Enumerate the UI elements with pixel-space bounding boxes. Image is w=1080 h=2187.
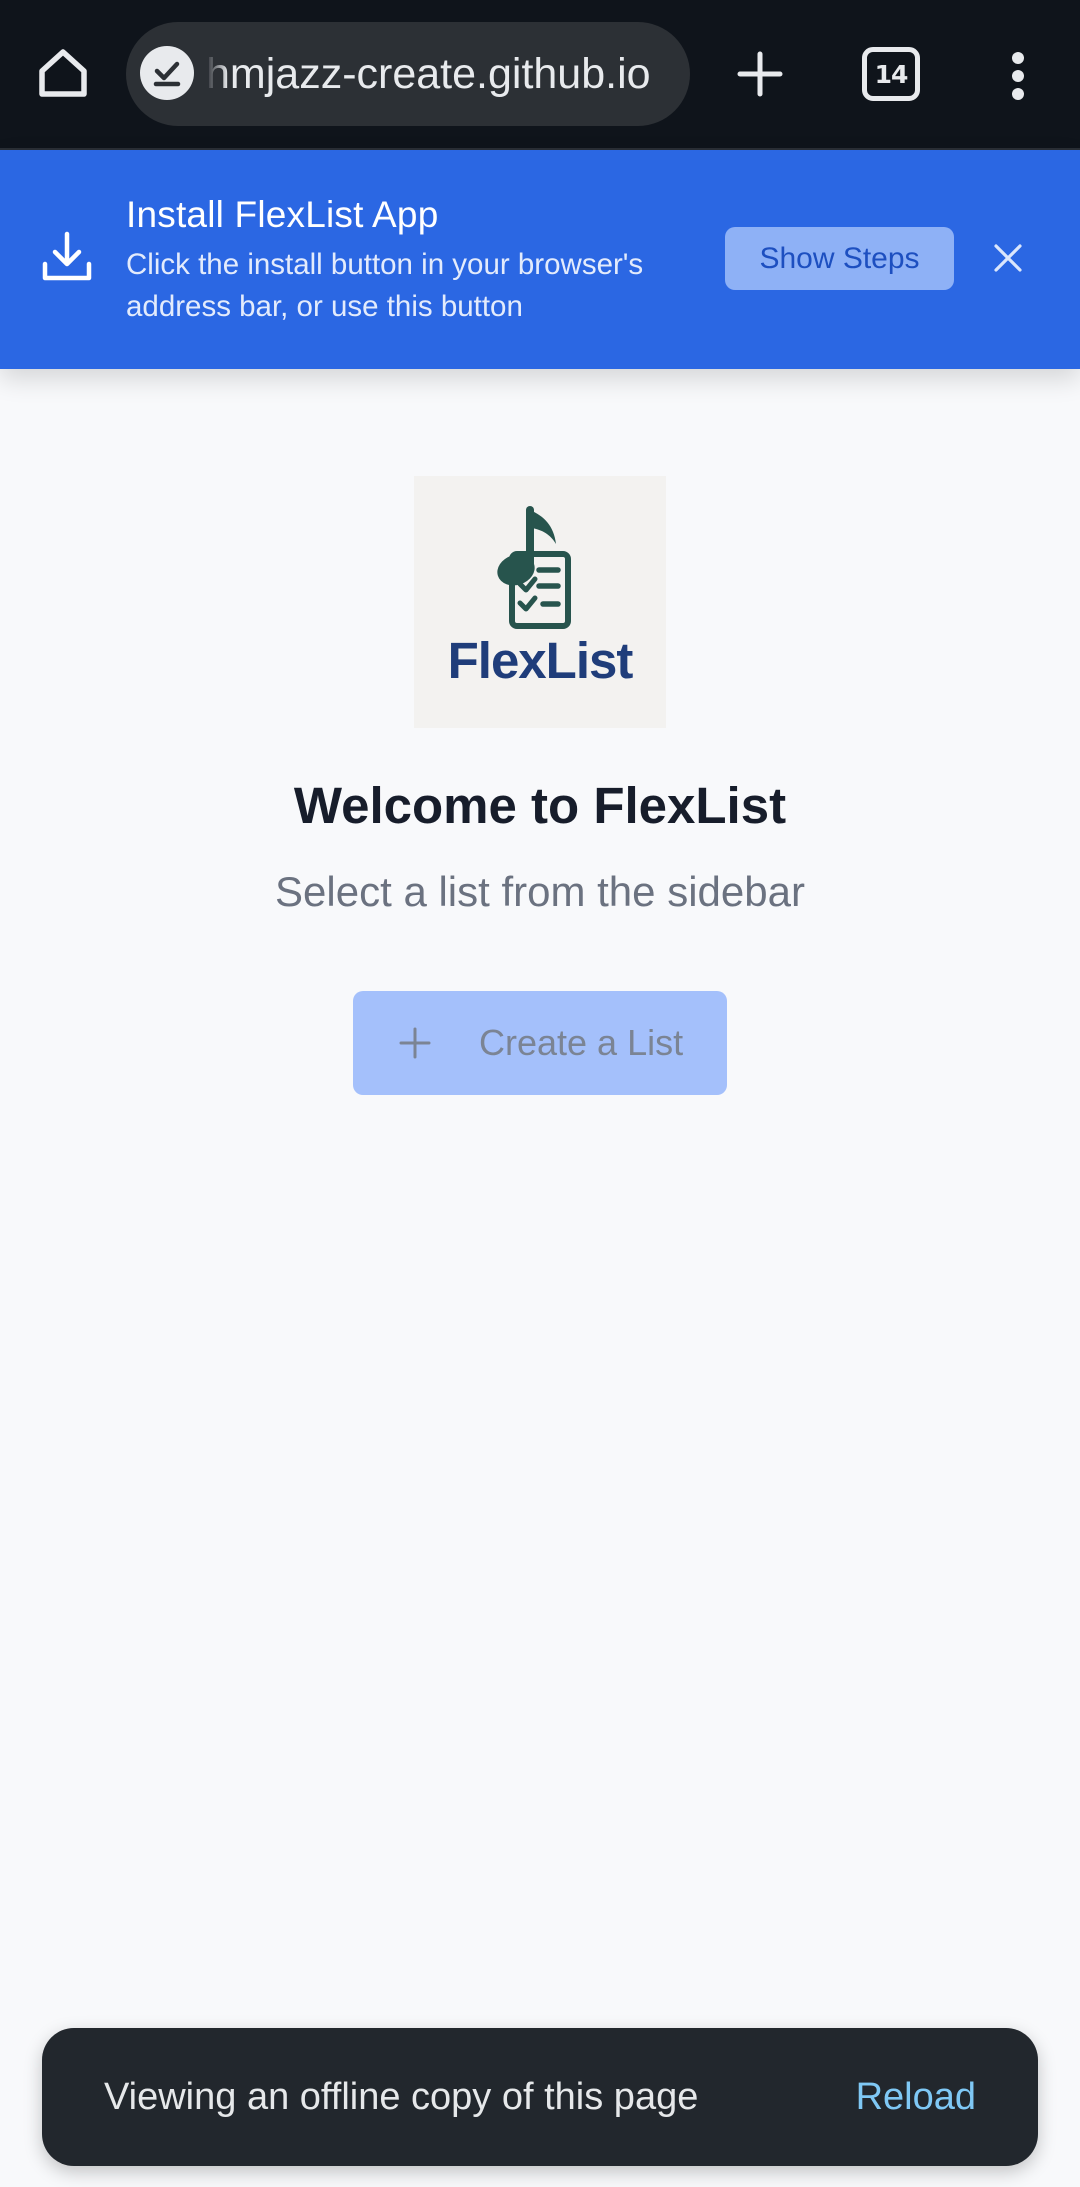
menu-dot <box>1012 88 1024 100</box>
new-tab-button[interactable] <box>728 42 792 106</box>
more-vert-icon[interactable] <box>998 46 1038 106</box>
home-icon <box>39 49 87 97</box>
browser-toolbar: hmjazz-create.github.io 14 <box>0 0 1080 150</box>
page-subtitle: Select a list from the sidebar <box>275 868 805 915</box>
snackbar-message: Viewing an offline copy of this page <box>104 2076 699 2118</box>
banner-title: Install FlexList App <box>126 194 439 235</box>
create-list-label: Create a List <box>479 1022 684 1063</box>
close-banner-button[interactable] <box>988 238 1028 278</box>
reload-button[interactable]: Reload <box>856 2028 976 2166</box>
download-icon <box>42 231 92 281</box>
plus-icon <box>399 1027 431 1059</box>
offline-snackbar: Viewing an offline copy of this page Rel… <box>42 2028 1038 2166</box>
logo-wordmark: FlexList <box>447 632 634 689</box>
menu-dot <box>1012 52 1024 64</box>
url-text[interactable]: hmjazz-create.github.io <box>206 22 670 126</box>
close-icon <box>994 244 1022 272</box>
plus-icon <box>737 51 783 97</box>
tab-count: 14 <box>874 59 909 89</box>
home-button[interactable] <box>30 40 96 106</box>
app-logo: FlexList <box>414 476 666 728</box>
page-title: Welcome to FlexList <box>293 777 787 834</box>
install-banner: Install FlexList App Click the install b… <box>0 150 1080 369</box>
site-check-icon[interactable] <box>140 46 194 100</box>
banner-description: Click the install button in your browser… <box>126 248 644 323</box>
tabs-icon[interactable]: 14 <box>862 47 920 101</box>
menu-dot <box>1012 70 1024 82</box>
address-bar[interactable]: hmjazz-create.github.io <box>126 22 690 126</box>
create-list-button[interactable]: Create a List <box>353 991 727 1095</box>
music-checklist-icon <box>497 506 571 629</box>
show-steps-button[interactable]: Show Steps <box>725 227 954 290</box>
